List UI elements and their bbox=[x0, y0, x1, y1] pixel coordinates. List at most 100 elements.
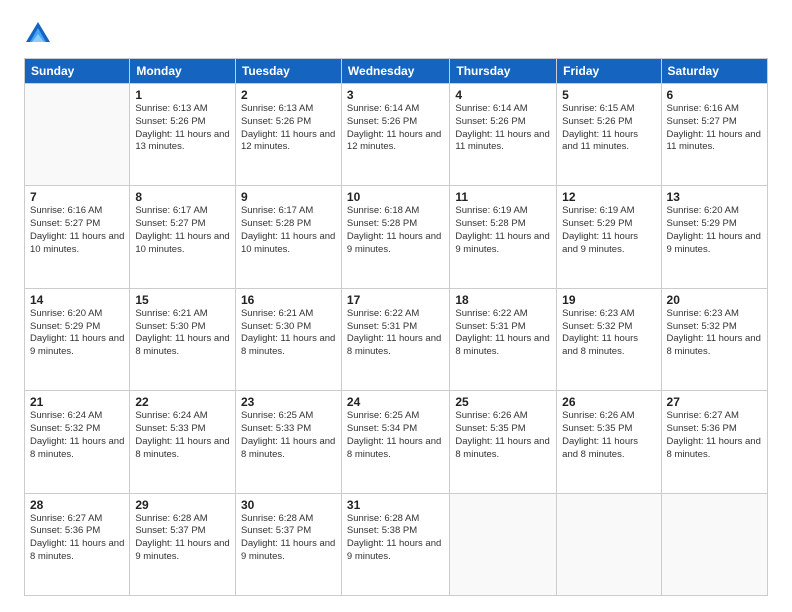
day-info: Sunrise: 6:27 AM Sunset: 5:36 PM Dayligh… bbox=[30, 513, 124, 564]
day-number: 7 bbox=[30, 190, 124, 204]
day-number: 15 bbox=[135, 293, 230, 307]
calendar-cell: 9Sunrise: 6:17 AM Sunset: 5:28 PM Daylig… bbox=[235, 186, 341, 288]
weekday-header: Tuesday bbox=[235, 59, 341, 84]
day-info: Sunrise: 6:24 AM Sunset: 5:32 PM Dayligh… bbox=[30, 410, 124, 461]
day-info: Sunrise: 6:26 AM Sunset: 5:35 PM Dayligh… bbox=[562, 410, 655, 461]
weekday-header: Wednesday bbox=[341, 59, 449, 84]
day-number: 25 bbox=[455, 395, 551, 409]
day-info: Sunrise: 6:23 AM Sunset: 5:32 PM Dayligh… bbox=[562, 308, 655, 359]
day-info: Sunrise: 6:22 AM Sunset: 5:31 PM Dayligh… bbox=[347, 308, 444, 359]
day-number: 1 bbox=[135, 88, 230, 102]
day-number: 13 bbox=[667, 190, 762, 204]
day-number: 18 bbox=[455, 293, 551, 307]
day-number: 5 bbox=[562, 88, 655, 102]
day-info: Sunrise: 6:26 AM Sunset: 5:35 PM Dayligh… bbox=[455, 410, 551, 461]
calendar-cell bbox=[661, 493, 767, 595]
day-info: Sunrise: 6:19 AM Sunset: 5:28 PM Dayligh… bbox=[455, 205, 551, 256]
calendar-cell: 19Sunrise: 6:23 AM Sunset: 5:32 PM Dayli… bbox=[557, 288, 661, 390]
day-number: 19 bbox=[562, 293, 655, 307]
day-number: 6 bbox=[667, 88, 762, 102]
weekday-header: Thursday bbox=[450, 59, 557, 84]
calendar-cell: 3Sunrise: 6:14 AM Sunset: 5:26 PM Daylig… bbox=[341, 84, 449, 186]
day-number: 8 bbox=[135, 190, 230, 204]
calendar-cell: 29Sunrise: 6:28 AM Sunset: 5:37 PM Dayli… bbox=[130, 493, 236, 595]
calendar-cell: 20Sunrise: 6:23 AM Sunset: 5:32 PM Dayli… bbox=[661, 288, 767, 390]
day-info: Sunrise: 6:14 AM Sunset: 5:26 PM Dayligh… bbox=[455, 103, 551, 154]
weekday-header: Sunday bbox=[25, 59, 130, 84]
calendar-cell: 31Sunrise: 6:28 AM Sunset: 5:38 PM Dayli… bbox=[341, 493, 449, 595]
day-info: Sunrise: 6:23 AM Sunset: 5:32 PM Dayligh… bbox=[667, 308, 762, 359]
day-number: 26 bbox=[562, 395, 655, 409]
calendar-cell bbox=[25, 84, 130, 186]
day-info: Sunrise: 6:25 AM Sunset: 5:33 PM Dayligh… bbox=[241, 410, 336, 461]
calendar-cell: 27Sunrise: 6:27 AM Sunset: 5:36 PM Dayli… bbox=[661, 391, 767, 493]
day-info: Sunrise: 6:24 AM Sunset: 5:33 PM Dayligh… bbox=[135, 410, 230, 461]
day-number: 17 bbox=[347, 293, 444, 307]
day-info: Sunrise: 6:28 AM Sunset: 5:37 PM Dayligh… bbox=[135, 513, 230, 564]
day-info: Sunrise: 6:19 AM Sunset: 5:29 PM Dayligh… bbox=[562, 205, 655, 256]
day-info: Sunrise: 6:28 AM Sunset: 5:37 PM Dayligh… bbox=[241, 513, 336, 564]
calendar-cell: 2Sunrise: 6:13 AM Sunset: 5:26 PM Daylig… bbox=[235, 84, 341, 186]
day-number: 4 bbox=[455, 88, 551, 102]
day-number: 14 bbox=[30, 293, 124, 307]
day-info: Sunrise: 6:20 AM Sunset: 5:29 PM Dayligh… bbox=[667, 205, 762, 256]
day-info: Sunrise: 6:13 AM Sunset: 5:26 PM Dayligh… bbox=[241, 103, 336, 154]
day-number: 9 bbox=[241, 190, 336, 204]
calendar-cell: 5Sunrise: 6:15 AM Sunset: 5:26 PM Daylig… bbox=[557, 84, 661, 186]
calendar-cell: 18Sunrise: 6:22 AM Sunset: 5:31 PM Dayli… bbox=[450, 288, 557, 390]
day-info: Sunrise: 6:15 AM Sunset: 5:26 PM Dayligh… bbox=[562, 103, 655, 154]
weekday-header: Monday bbox=[130, 59, 236, 84]
day-number: 22 bbox=[135, 395, 230, 409]
day-info: Sunrise: 6:25 AM Sunset: 5:34 PM Dayligh… bbox=[347, 410, 444, 461]
day-number: 2 bbox=[241, 88, 336, 102]
day-number: 21 bbox=[30, 395, 124, 409]
calendar-cell: 16Sunrise: 6:21 AM Sunset: 5:30 PM Dayli… bbox=[235, 288, 341, 390]
calendar-cell: 13Sunrise: 6:20 AM Sunset: 5:29 PM Dayli… bbox=[661, 186, 767, 288]
calendar-cell: 22Sunrise: 6:24 AM Sunset: 5:33 PM Dayli… bbox=[130, 391, 236, 493]
calendar-cell: 7Sunrise: 6:16 AM Sunset: 5:27 PM Daylig… bbox=[25, 186, 130, 288]
weekday-header: Friday bbox=[557, 59, 661, 84]
day-number: 24 bbox=[347, 395, 444, 409]
page: SundayMondayTuesdayWednesdayThursdayFrid… bbox=[0, 0, 792, 612]
day-info: Sunrise: 6:21 AM Sunset: 5:30 PM Dayligh… bbox=[241, 308, 336, 359]
day-info: Sunrise: 6:22 AM Sunset: 5:31 PM Dayligh… bbox=[455, 308, 551, 359]
day-number: 23 bbox=[241, 395, 336, 409]
day-info: Sunrise: 6:17 AM Sunset: 5:28 PM Dayligh… bbox=[241, 205, 336, 256]
calendar-cell: 30Sunrise: 6:28 AM Sunset: 5:37 PM Dayli… bbox=[235, 493, 341, 595]
day-number: 28 bbox=[30, 498, 124, 512]
calendar-cell: 17Sunrise: 6:22 AM Sunset: 5:31 PM Dayli… bbox=[341, 288, 449, 390]
day-number: 31 bbox=[347, 498, 444, 512]
day-number: 27 bbox=[667, 395, 762, 409]
calendar-cell: 26Sunrise: 6:26 AM Sunset: 5:35 PM Dayli… bbox=[557, 391, 661, 493]
calendar-cell: 6Sunrise: 6:16 AM Sunset: 5:27 PM Daylig… bbox=[661, 84, 767, 186]
day-number: 30 bbox=[241, 498, 336, 512]
day-info: Sunrise: 6:16 AM Sunset: 5:27 PM Dayligh… bbox=[667, 103, 762, 154]
day-number: 16 bbox=[241, 293, 336, 307]
calendar-cell bbox=[557, 493, 661, 595]
calendar-cell: 23Sunrise: 6:25 AM Sunset: 5:33 PM Dayli… bbox=[235, 391, 341, 493]
calendar-cell: 14Sunrise: 6:20 AM Sunset: 5:29 PM Dayli… bbox=[25, 288, 130, 390]
logo bbox=[24, 20, 54, 48]
day-info: Sunrise: 6:28 AM Sunset: 5:38 PM Dayligh… bbox=[347, 513, 444, 564]
calendar-cell: 28Sunrise: 6:27 AM Sunset: 5:36 PM Dayli… bbox=[25, 493, 130, 595]
day-info: Sunrise: 6:14 AM Sunset: 5:26 PM Dayligh… bbox=[347, 103, 444, 154]
calendar-cell: 8Sunrise: 6:17 AM Sunset: 5:27 PM Daylig… bbox=[130, 186, 236, 288]
day-info: Sunrise: 6:17 AM Sunset: 5:27 PM Dayligh… bbox=[135, 205, 230, 256]
day-number: 11 bbox=[455, 190, 551, 204]
day-info: Sunrise: 6:16 AM Sunset: 5:27 PM Dayligh… bbox=[30, 205, 124, 256]
calendar-cell: 10Sunrise: 6:18 AM Sunset: 5:28 PM Dayli… bbox=[341, 186, 449, 288]
calendar-cell: 25Sunrise: 6:26 AM Sunset: 5:35 PM Dayli… bbox=[450, 391, 557, 493]
day-number: 29 bbox=[135, 498, 230, 512]
calendar-cell: 15Sunrise: 6:21 AM Sunset: 5:30 PM Dayli… bbox=[130, 288, 236, 390]
day-info: Sunrise: 6:18 AM Sunset: 5:28 PM Dayligh… bbox=[347, 205, 444, 256]
day-number: 20 bbox=[667, 293, 762, 307]
day-number: 10 bbox=[347, 190, 444, 204]
logo-icon bbox=[24, 20, 52, 48]
calendar-cell: 11Sunrise: 6:19 AM Sunset: 5:28 PM Dayli… bbox=[450, 186, 557, 288]
day-number: 3 bbox=[347, 88, 444, 102]
calendar-table: SundayMondayTuesdayWednesdayThursdayFrid… bbox=[24, 58, 768, 596]
calendar-cell: 21Sunrise: 6:24 AM Sunset: 5:32 PM Dayli… bbox=[25, 391, 130, 493]
day-info: Sunrise: 6:21 AM Sunset: 5:30 PM Dayligh… bbox=[135, 308, 230, 359]
calendar-cell: 1Sunrise: 6:13 AM Sunset: 5:26 PM Daylig… bbox=[130, 84, 236, 186]
weekday-header: Saturday bbox=[661, 59, 767, 84]
